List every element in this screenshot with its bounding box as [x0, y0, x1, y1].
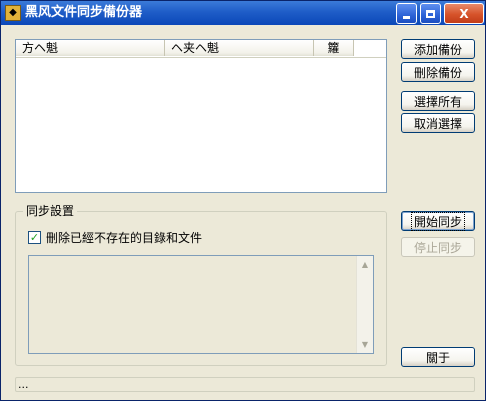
- sync-settings-title: 同步設置: [23, 204, 78, 218]
- minimize-icon: [403, 15, 410, 19]
- status-bar: ...: [15, 377, 475, 392]
- delete-missing-label[interactable]: 刪除已經不存在的目錄和文件: [46, 229, 202, 246]
- delete-backup-button[interactable]: 刪除備份: [401, 62, 475, 82]
- close-icon: X: [459, 6, 469, 21]
- add-backup-button[interactable]: 添加備份: [401, 39, 475, 59]
- title-bar[interactable]: ◆ 黑风文件同步備份器 X: [1, 1, 485, 25]
- list-header: 方ヘ魁 ヘ夹ヘ魁 籮: [16, 40, 386, 58]
- checkmark-icon: ✓: [29, 230, 40, 244]
- close-button[interactable]: X: [444, 3, 484, 24]
- about-button[interactable]: 關于: [401, 347, 475, 367]
- column-header-2[interactable]: ヘ夹ヘ魁: [165, 40, 314, 56]
- cancel-select-button[interactable]: 取消選擇: [401, 113, 475, 133]
- app-icon[interactable]: ◆: [5, 5, 21, 21]
- stop-sync-button[interactable]: 停止同步: [401, 237, 475, 257]
- maximize-button[interactable]: [420, 3, 441, 24]
- column-header-3[interactable]: 籮: [314, 40, 354, 56]
- scroll-up-icon[interactable]: ▲: [357, 256, 373, 273]
- log-scrollbar[interactable]: ▲ ▼: [356, 256, 373, 353]
- start-sync-button[interactable]: 開始同步: [401, 211, 475, 231]
- delete-missing-option[interactable]: ✓ 刪除已經不存在的目錄和文件: [28, 229, 202, 246]
- select-all-button[interactable]: 選擇所有: [401, 91, 475, 111]
- maximize-icon: [426, 9, 435, 18]
- minimize-button[interactable]: [396, 3, 417, 24]
- window-title: 黑风文件同步備份器: [25, 5, 143, 20]
- sync-settings-group: 同步設置 ✓ 刪除已經不存在的目錄和文件 ▲ ▼: [15, 204, 387, 366]
- column-header-1[interactable]: 方ヘ魁: [16, 40, 165, 56]
- scroll-down-icon[interactable]: ▼: [357, 336, 373, 353]
- start-sync-label: 開始同步: [410, 211, 465, 231]
- main-window: ◆ 黑风文件同步備份器 X 方ヘ魁 ヘ夹ヘ魁 籮 添加備份 刪除備份 選擇所有 …: [0, 0, 486, 401]
- delete-missing-checkbox[interactable]: ✓: [28, 230, 41, 244]
- backup-file-list[interactable]: 方ヘ魁 ヘ夹ヘ魁 籮: [15, 39, 387, 193]
- sync-log-area[interactable]: ▲ ▼: [28, 255, 374, 354]
